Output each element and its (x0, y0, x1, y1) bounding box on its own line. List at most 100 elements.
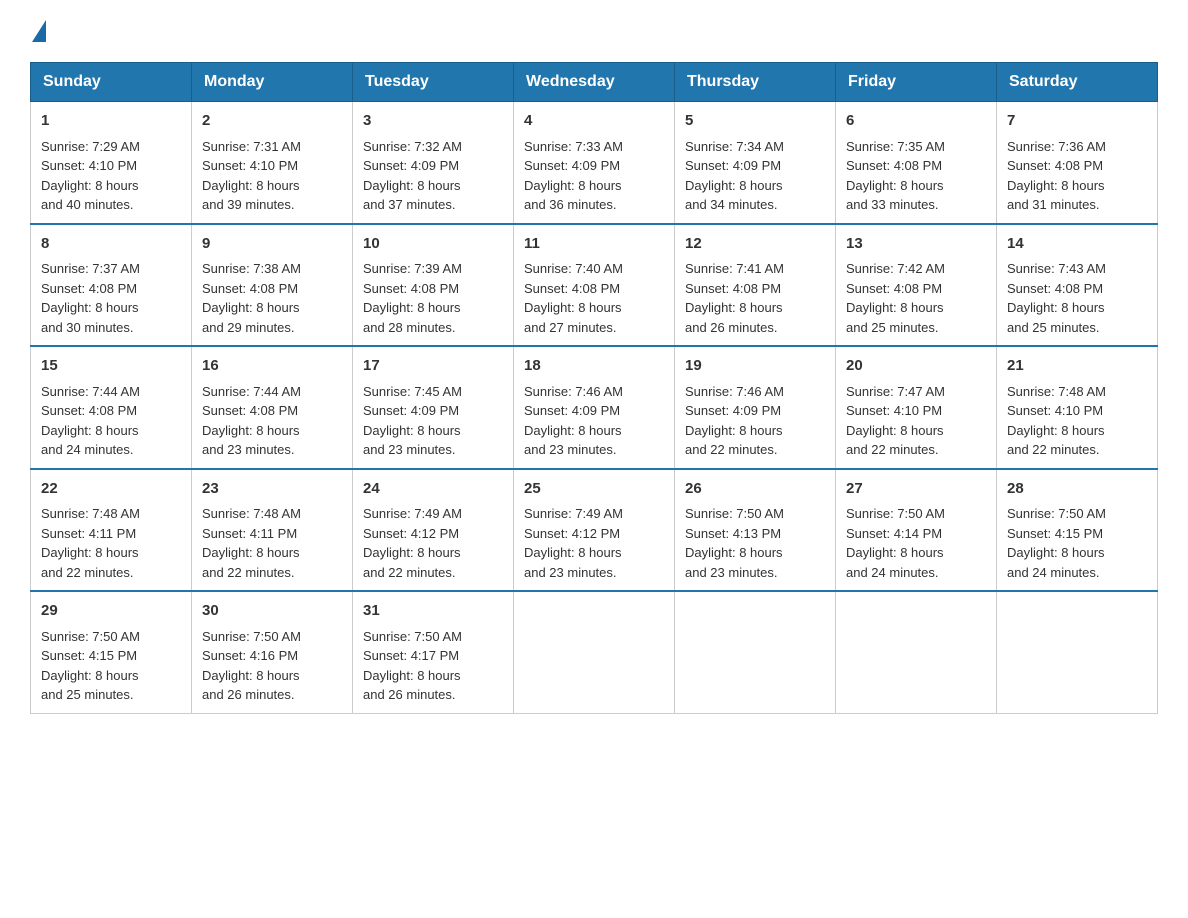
calendar-week-row: 1 Sunrise: 7:29 AMSunset: 4:10 PMDaylight… (31, 102, 1158, 224)
day-info: Sunrise: 7:46 AMSunset: 4:09 PMDaylight:… (685, 384, 784, 458)
calendar-cell: 29Sunrise: 7:50 AMSunset: 4:15 PMDayligh… (31, 591, 192, 713)
day-number: 11 (524, 233, 664, 256)
calendar-cell: 1 Sunrise: 7:29 AMSunset: 4:10 PMDaylight… (31, 102, 192, 224)
calendar-cell: 3Sunrise: 7:32 AMSunset: 4:09 PMDaylight… (353, 102, 514, 224)
calendar-cell: 20 Sunrise: 7:47 AMSunset: 4:10 PMDayligh… (836, 346, 997, 469)
calendar-cell: 16 Sunrise: 7:44 AMSunset: 4:08 PMDayligh… (192, 346, 353, 469)
logo-triangle-icon (32, 20, 46, 42)
calendar-cell: 31 Sunrise: 7:50 AMSunset: 4:17 PMDayligh… (353, 591, 514, 713)
day-info: Sunrise: 7:48 AMSunset: 4:11 PMDaylight:… (202, 506, 301, 580)
day-info: Sunrise: 7:38 AMSunset: 4:08 PMDaylight:… (202, 261, 301, 335)
day-number: 14 (1007, 233, 1147, 256)
calendar-cell: 9 Sunrise: 7:38 AMSunset: 4:08 PMDaylight… (192, 224, 353, 347)
calendar-header-monday: Monday (192, 63, 353, 102)
day-number: 5 (685, 110, 825, 133)
day-number: 22 (41, 478, 181, 501)
calendar-cell: 25 Sunrise: 7:49 AMSunset: 4:12 PMDayligh… (514, 469, 675, 592)
day-info: Sunrise: 7:33 AMSunset: 4:09 PMDaylight:… (524, 139, 623, 213)
calendar-table: SundayMondayTuesdayWednesdayThursdayFrid… (30, 62, 1158, 714)
day-info: Sunrise: 7:50 AMSunset: 4:14 PMDaylight:… (846, 506, 945, 580)
day-info: Sunrise: 7:50 AMSunset: 4:13 PMDaylight:… (685, 506, 784, 580)
day-number: 24 (363, 478, 503, 501)
day-info: Sunrise: 7:49 AMSunset: 4:12 PMDaylight:… (363, 506, 462, 580)
calendar-cell: 2 Sunrise: 7:31 AMSunset: 4:10 PMDaylight… (192, 102, 353, 224)
day-info: Sunrise: 7:49 AMSunset: 4:12 PMDaylight:… (524, 506, 623, 580)
calendar-header-saturday: Saturday (997, 63, 1158, 102)
day-number: 3 (363, 110, 503, 133)
day-number: 13 (846, 233, 986, 256)
day-info: Sunrise: 7:50 AMSunset: 4:15 PMDaylight:… (41, 629, 140, 703)
day-number: 31 (363, 600, 503, 623)
day-number: 12 (685, 233, 825, 256)
day-info: Sunrise: 7:44 AMSunset: 4:08 PMDaylight:… (202, 384, 301, 458)
page-header (30, 20, 1158, 42)
calendar-cell: 15 Sunrise: 7:44 AMSunset: 4:08 PMDayligh… (31, 346, 192, 469)
day-number: 1 (41, 110, 181, 133)
calendar-header-tuesday: Tuesday (353, 63, 514, 102)
calendar-cell: 8Sunrise: 7:37 AMSunset: 4:08 PMDaylight… (31, 224, 192, 347)
day-number: 16 (202, 355, 342, 378)
calendar-cell: 27 Sunrise: 7:50 AMSunset: 4:14 PMDayligh… (836, 469, 997, 592)
day-number: 25 (524, 478, 664, 501)
day-info: Sunrise: 7:36 AMSunset: 4:08 PMDaylight:… (1007, 139, 1106, 213)
calendar-header-thursday: Thursday (675, 63, 836, 102)
day-number: 15 (41, 355, 181, 378)
day-info: Sunrise: 7:35 AMSunset: 4:08 PMDaylight:… (846, 139, 945, 213)
day-number: 20 (846, 355, 986, 378)
calendar-cell: 28 Sunrise: 7:50 AMSunset: 4:15 PMDayligh… (997, 469, 1158, 592)
calendar-header-wednesday: Wednesday (514, 63, 675, 102)
calendar-cell: 17 Sunrise: 7:45 AMSunset: 4:09 PMDayligh… (353, 346, 514, 469)
day-number: 19 (685, 355, 825, 378)
day-info: Sunrise: 7:41 AMSunset: 4:08 PMDaylight:… (685, 261, 784, 335)
calendar-cell: 7 Sunrise: 7:36 AMSunset: 4:08 PMDaylight… (997, 102, 1158, 224)
day-info: Sunrise: 7:47 AMSunset: 4:10 PMDaylight:… (846, 384, 945, 458)
day-info: Sunrise: 7:44 AMSunset: 4:08 PMDaylight:… (41, 384, 140, 458)
calendar-cell: 30 Sunrise: 7:50 AMSunset: 4:16 PMDayligh… (192, 591, 353, 713)
calendar-week-row: 22 Sunrise: 7:48 AMSunset: 4:11 PMDayligh… (31, 469, 1158, 592)
calendar-cell: 24 Sunrise: 7:49 AMSunset: 4:12 PMDayligh… (353, 469, 514, 592)
calendar-cell: 18Sunrise: 7:46 AMSunset: 4:09 PMDayligh… (514, 346, 675, 469)
day-info: Sunrise: 7:40 AMSunset: 4:08 PMDaylight:… (524, 261, 623, 335)
calendar-cell: 26 Sunrise: 7:50 AMSunset: 4:13 PMDayligh… (675, 469, 836, 592)
day-info: Sunrise: 7:50 AMSunset: 4:15 PMDaylight:… (1007, 506, 1106, 580)
calendar-cell (675, 591, 836, 713)
day-number: 7 (1007, 110, 1147, 133)
day-info: Sunrise: 7:29 AMSunset: 4:10 PMDaylight:… (41, 139, 140, 213)
day-info: Sunrise: 7:42 AMSunset: 4:08 PMDaylight:… (846, 261, 945, 335)
calendar-cell: 22 Sunrise: 7:48 AMSunset: 4:11 PMDayligh… (31, 469, 192, 592)
calendar-cell: 23 Sunrise: 7:48 AMSunset: 4:11 PMDayligh… (192, 469, 353, 592)
calendar-cell (997, 591, 1158, 713)
day-info: Sunrise: 7:31 AMSunset: 4:10 PMDaylight:… (202, 139, 301, 213)
calendar-cell: 19 Sunrise: 7:46 AMSunset: 4:09 PMDayligh… (675, 346, 836, 469)
day-info: Sunrise: 7:39 AMSunset: 4:08 PMDaylight:… (363, 261, 462, 335)
day-number: 21 (1007, 355, 1147, 378)
calendar-cell (836, 591, 997, 713)
day-number: 27 (846, 478, 986, 501)
day-number: 23 (202, 478, 342, 501)
day-number: 28 (1007, 478, 1147, 501)
day-number: 17 (363, 355, 503, 378)
day-number: 4 (524, 110, 664, 133)
calendar-cell: 10 Sunrise: 7:39 AMSunset: 4:08 PMDayligh… (353, 224, 514, 347)
calendar-cell: 13 Sunrise: 7:42 AMSunset: 4:08 PMDayligh… (836, 224, 997, 347)
day-number: 10 (363, 233, 503, 256)
day-info: Sunrise: 7:50 AMSunset: 4:16 PMDaylight:… (202, 629, 301, 703)
calendar-header-friday: Friday (836, 63, 997, 102)
day-number: 30 (202, 600, 342, 623)
day-number: 26 (685, 478, 825, 501)
calendar-week-row: 15 Sunrise: 7:44 AMSunset: 4:08 PMDayligh… (31, 346, 1158, 469)
calendar-cell: 5Sunrise: 7:34 AMSunset: 4:09 PMDaylight… (675, 102, 836, 224)
day-info: Sunrise: 7:48 AMSunset: 4:10 PMDaylight:… (1007, 384, 1106, 458)
day-info: Sunrise: 7:37 AMSunset: 4:08 PMDaylight:… (41, 261, 140, 335)
day-info: Sunrise: 7:45 AMSunset: 4:09 PMDaylight:… (363, 384, 462, 458)
day-info: Sunrise: 7:48 AMSunset: 4:11 PMDaylight:… (41, 506, 140, 580)
calendar-week-row: 8Sunrise: 7:37 AMSunset: 4:08 PMDaylight… (31, 224, 1158, 347)
calendar-cell: 14 Sunrise: 7:43 AMSunset: 4:08 PMDayligh… (997, 224, 1158, 347)
day-number: 9 (202, 233, 342, 256)
calendar-header-sunday: Sunday (31, 63, 192, 102)
day-info: Sunrise: 7:43 AMSunset: 4:08 PMDaylight:… (1007, 261, 1106, 335)
calendar-cell: 6Sunrise: 7:35 AMSunset: 4:08 PMDaylight… (836, 102, 997, 224)
day-info: Sunrise: 7:50 AMSunset: 4:17 PMDaylight:… (363, 629, 462, 703)
day-number: 18 (524, 355, 664, 378)
day-number: 2 (202, 110, 342, 133)
